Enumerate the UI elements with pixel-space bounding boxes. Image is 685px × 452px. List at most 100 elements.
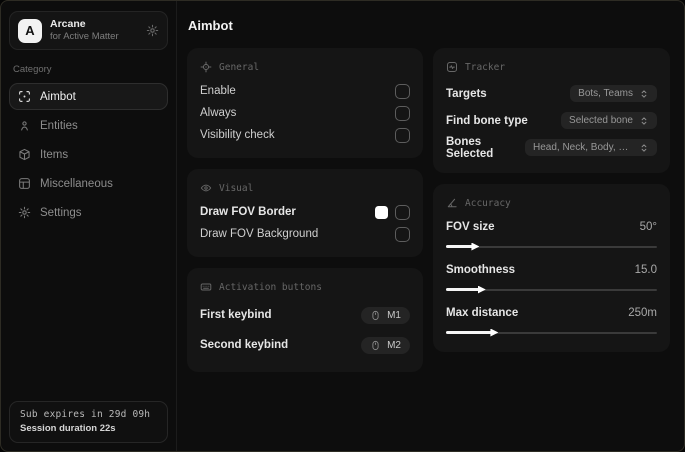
setting-row-enable: Enable: [200, 80, 410, 102]
setting-label: Always: [200, 107, 237, 119]
draw-fov-border-checkbox[interactable]: [395, 204, 410, 220]
section-header-general: General: [200, 61, 410, 73]
slider-thumb[interactable]: [471, 242, 480, 251]
cube-icon: [18, 148, 31, 161]
setting-label: First keybind: [200, 309, 272, 321]
crosshair-icon: [18, 90, 31, 103]
setting-label: Targets: [446, 87, 487, 100]
card-accuracy: Accuracy FOV size 50° Smoothness 15.0 Ma…: [433, 184, 670, 352]
section-header-tracker: Tracker: [446, 61, 657, 73]
fov-size-slider[interactable]: [446, 241, 657, 252]
main-content: Aimbot General Enable Always Visibility …: [177, 1, 684, 451]
slider-header: Max distance 250m: [446, 302, 657, 324]
dropdown-value: Bots, Teams: [578, 88, 633, 99]
sidebar-item-items[interactable]: Items: [9, 141, 168, 168]
slider-fill: [446, 331, 493, 334]
person-scan-icon: [18, 119, 31, 132]
always-checkbox[interactable]: [395, 105, 410, 121]
setting-label: Draw FOV Border: [200, 206, 296, 218]
sidebar: A Arcane for Active Matter Category Aimb…: [1, 1, 177, 451]
setting-row-bones-selected: Bones Selected Head, Neck, Body, Pe…: [446, 134, 657, 161]
fov-border-color-swatch[interactable]: [375, 205, 388, 219]
unfold-icon: [639, 116, 649, 126]
sidebar-menu: Aimbot Entities Items Miscellaneous Sett…: [9, 83, 168, 226]
app-window: A Arcane for Active Matter Category Aimb…: [0, 0, 685, 452]
crosshair-icon: [200, 61, 212, 73]
section-title: Visual: [219, 182, 254, 194]
section-header-accuracy: Accuracy: [446, 197, 657, 209]
slider-fill: [446, 245, 474, 248]
sidebar-item-label: Aimbot: [40, 90, 76, 103]
brand-card: A Arcane for Active Matter: [9, 11, 168, 50]
smoothness-value: 15.0: [634, 264, 657, 276]
section-header-activation: Activation buttons: [200, 281, 410, 293]
keybind-value: M1: [387, 309, 401, 321]
setting-label: Second keybind: [200, 339, 289, 351]
unfold-icon: [639, 89, 649, 99]
setting-label: Smoothness: [446, 264, 516, 276]
setting-label: Bones Selected: [446, 135, 494, 160]
dropdown-value: Selected bone: [569, 115, 633, 126]
sidebar-item-label: Entities: [40, 119, 78, 132]
unfold-icon: [639, 143, 649, 153]
section-header-visual: Visual: [200, 182, 410, 194]
card-tracker: Tracker Targets Bots, Teams Find bone ty…: [433, 48, 670, 173]
brand-title: Arcane: [50, 18, 86, 30]
enable-checkbox[interactable]: [395, 83, 410, 99]
session-duration-text: Session duration 22s: [20, 423, 116, 434]
slider-thumb[interactable]: [477, 285, 486, 294]
dropdown-value: Head, Neck, Body, Pe…: [533, 142, 633, 153]
setting-row-find-bone-type: Find bone type Selected bone: [446, 107, 657, 134]
card-activation-buttons: Activation buttons First keybind M1 Seco…: [187, 268, 423, 372]
sidebar-item-label: Items: [40, 148, 69, 161]
keyboard-icon: [200, 281, 212, 293]
section-title: Activation buttons: [219, 281, 322, 293]
first-keybind-button[interactable]: M1: [361, 306, 410, 324]
card-visual: Visual Draw FOV Border Draw FOV Backgrou…: [187, 169, 423, 257]
setting-row-always: Always: [200, 102, 410, 124]
setting-label: Enable: [200, 85, 236, 97]
targets-dropdown[interactable]: Bots, Teams: [570, 85, 657, 102]
setting-row-draw-fov-background: Draw FOV Background: [200, 223, 410, 245]
card-general: General Enable Always Visibility check: [187, 48, 423, 158]
angle-icon: [446, 197, 458, 209]
find-bone-type-dropdown[interactable]: Selected bone: [561, 112, 657, 129]
section-title: Tracker: [465, 61, 506, 73]
brand-subtitle: for Active Matter: [50, 31, 119, 43]
setting-label: Draw FOV Background: [200, 228, 319, 240]
bones-selected-dropdown[interactable]: Head, Neck, Body, Pe…: [525, 139, 657, 156]
sidebar-item-entities[interactable]: Entities: [9, 112, 168, 139]
max-distance-value: 250m: [628, 307, 657, 319]
setting-label: Find bone type: [446, 114, 528, 127]
sidebar-item-settings[interactable]: Settings: [9, 199, 168, 226]
section-title: Accuracy: [465, 197, 511, 209]
right-column: Tracker Targets Bots, Teams Find bone ty…: [433, 48, 670, 352]
max-distance-slider[interactable]: [446, 327, 657, 338]
layout-icon: [18, 177, 31, 190]
slider-thumb[interactable]: [490, 328, 499, 337]
slider-header: FOV size 50°: [446, 216, 657, 238]
second-keybind-button[interactable]: M2: [361, 336, 410, 354]
gear-icon[interactable]: [146, 24, 159, 37]
setting-row-first-keybind: First keybind M1: [200, 300, 410, 330]
sidebar-item-label: Miscellaneous: [40, 177, 113, 190]
sidebar-item-miscellaneous[interactable]: Miscellaneous: [9, 170, 168, 197]
setting-label: Visibility check: [200, 129, 275, 141]
sidebar-item-aimbot[interactable]: Aimbot: [9, 83, 168, 110]
setting-label: Max distance: [446, 307, 519, 319]
keybind-value: M2: [387, 339, 401, 351]
brand-text: Arcane for Active Matter: [50, 18, 138, 43]
left-column: General Enable Always Visibility check V…: [187, 48, 423, 372]
gear-icon: [18, 206, 31, 219]
brand-logo: A: [18, 18, 42, 43]
smoothness-slider[interactable]: [446, 284, 657, 295]
mouse-icon: [370, 340, 381, 351]
slider-group-smoothness: Smoothness 15.0: [446, 259, 657, 295]
eye-icon: [200, 182, 212, 194]
slider-group-fov-size: FOV size 50°: [446, 216, 657, 252]
draw-fov-background-checkbox[interactable]: [395, 226, 410, 242]
sidebar-footer: Sub expires in 29d 09h Session duration …: [9, 401, 168, 443]
section-title: General: [219, 61, 260, 73]
mouse-icon: [370, 310, 381, 321]
visibility-check-checkbox[interactable]: [395, 127, 410, 143]
